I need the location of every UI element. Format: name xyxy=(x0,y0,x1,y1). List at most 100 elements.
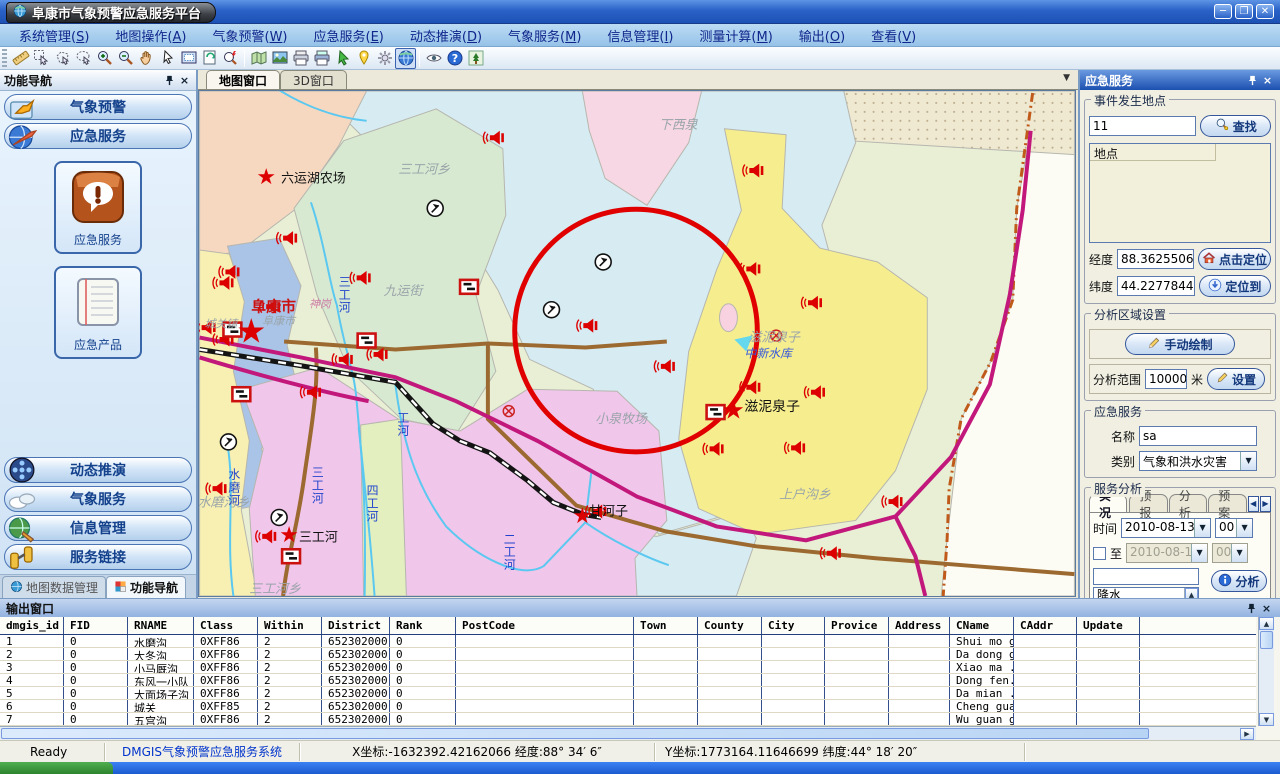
select-poly-icon[interactable] xyxy=(52,48,73,69)
location-list[interactable]: 地点 xyxy=(1089,143,1271,243)
globe-active-icon[interactable] xyxy=(395,48,416,69)
star-marker-icon[interactable]: ★ xyxy=(256,165,276,190)
star-marker-icon[interactable]: ★ xyxy=(722,395,745,425)
column-header[interactable]: Class xyxy=(194,617,258,634)
sidebar-item-bottom-3[interactable]: 服务链接 xyxy=(4,544,192,570)
chevron-down-icon[interactable]: ▼ xyxy=(1194,519,1210,537)
hour-select[interactable]: 00▼ xyxy=(1215,518,1253,538)
table-row[interactable]: 10水磨沟0XFF8626523020000Shui mo gou xyxy=(0,635,1256,648)
flag-marker-icon[interactable] xyxy=(460,280,478,294)
sidebar-item-bottom-1[interactable]: 气象服务 xyxy=(4,486,192,512)
close-icon[interactable]: × xyxy=(1260,73,1275,88)
event-keyword-input[interactable]: 11 xyxy=(1089,116,1196,136)
nav-tab-1[interactable]: 功能导航 xyxy=(106,576,186,598)
hour-to-select[interactable]: 00▼ xyxy=(1212,543,1248,563)
column-header[interactable]: Address xyxy=(889,617,950,634)
to-checkbox[interactable] xyxy=(1093,547,1106,560)
column-header[interactable]: FID xyxy=(64,617,128,634)
measure-icon[interactable] xyxy=(10,48,31,69)
longitude-input[interactable]: 88.36255063 xyxy=(1117,249,1194,269)
monitor-station-icon[interactable] xyxy=(595,254,611,270)
eye-icon[interactable] xyxy=(423,48,444,69)
column-header[interactable]: Town xyxy=(634,617,698,634)
pin-icon[interactable] xyxy=(162,73,177,88)
emergency-product-button[interactable]: 应急产品 xyxy=(54,266,142,359)
column-header[interactable]: RNAME xyxy=(128,617,194,634)
scroll-right-icon[interactable]: ▶ xyxy=(1240,728,1254,740)
start-button-fragment[interactable] xyxy=(0,762,113,774)
table-row[interactable]: 40东风一小队0XFF8626523020000Dong fen... xyxy=(0,674,1256,687)
analysis-item-preview[interactable] xyxy=(1093,568,1199,585)
menu-item-D[interactable]: 动态推演(D) xyxy=(397,24,495,47)
refresh-icon[interactable] xyxy=(199,48,220,69)
table-row[interactable]: 30小马厩沟0XFF8626523020000Xiao ma ... xyxy=(0,661,1256,674)
zoom-in-icon[interactable] xyxy=(94,48,115,69)
tab-scroll-right-icon[interactable]: ▶ xyxy=(1260,496,1271,512)
pin-icon[interactable] xyxy=(1244,601,1259,616)
tab-scroll-left-icon[interactable]: ◀ xyxy=(1248,496,1259,512)
map-tab-dropdown-icon[interactable]: ▼ xyxy=(1063,73,1070,83)
scroll-up-icon[interactable]: ▲ xyxy=(1185,588,1198,598)
menu-item-V[interactable]: 查看(V) xyxy=(858,24,929,47)
list-item[interactable]: 降水 xyxy=(1094,588,1198,598)
layers-icon[interactable] xyxy=(248,48,269,69)
date-to-select[interactable]: 2010-08-13▼ xyxy=(1126,543,1208,563)
close-button[interactable]: ✕ xyxy=(1256,4,1274,19)
chevron-down-icon[interactable]: ▼ xyxy=(1236,519,1252,537)
manual-draw-button[interactable]: 手动绘制 xyxy=(1125,333,1235,355)
pick-green-icon[interactable] xyxy=(332,48,353,69)
click-locate-button[interactable]: 点击定位 xyxy=(1198,248,1271,270)
menu-item-M[interactable]: 测量计算(M) xyxy=(686,24,785,47)
column-header[interactable]: County xyxy=(698,617,762,634)
table-row[interactable]: 60城关0XFF8526523020000Cheng guan xyxy=(0,700,1256,713)
print-preview-icon[interactable] xyxy=(311,48,332,69)
help-icon[interactable]: ? xyxy=(444,48,465,69)
set-range-button[interactable]: 设置 xyxy=(1207,368,1265,390)
table-row[interactable]: 70五宫沟0XFF8626523020000Wu guan gou xyxy=(0,713,1256,726)
column-header[interactable]: CName xyxy=(950,617,1014,634)
nav-tab-0[interactable]: 地图数据管理 xyxy=(2,576,106,598)
select-lasso-icon[interactable] xyxy=(73,48,94,69)
close-icon[interactable]: × xyxy=(177,73,192,88)
column-header[interactable]: PostCode xyxy=(456,617,634,634)
scene-icon[interactable] xyxy=(465,48,486,69)
scroll-up-icon[interactable]: ▲ xyxy=(1259,617,1274,630)
analysis-tab-3[interactable]: 预案 xyxy=(1208,494,1246,512)
flag-marker-icon[interactable] xyxy=(282,549,300,563)
print-icon[interactable] xyxy=(290,48,311,69)
flag-marker-icon[interactable] xyxy=(358,334,376,348)
poi-pin-icon[interactable] xyxy=(353,48,374,69)
pan-icon[interactable] xyxy=(136,48,157,69)
select-rect-icon[interactable] xyxy=(31,48,52,69)
settings-icon[interactable] xyxy=(374,48,395,69)
map-tab-0[interactable]: 地图窗口 xyxy=(206,70,280,89)
table-horizontal-scrollbar[interactable]: ▶ xyxy=(0,726,1256,741)
service-type-select[interactable]: 气象和洪水灾害 ▼ xyxy=(1139,451,1257,471)
column-header[interactable]: Update xyxy=(1077,617,1140,634)
search-button[interactable]: 查找 xyxy=(1200,115,1271,137)
column-header[interactable]: District xyxy=(322,617,390,634)
column-header[interactable]: Within xyxy=(258,617,322,634)
minimize-button[interactable]: ─ xyxy=(1214,4,1232,19)
menu-item-S[interactable]: 系统管理(S) xyxy=(6,24,102,47)
list-scrollbar[interactable]: ▲ xyxy=(1184,588,1198,598)
column-header[interactable]: Rank xyxy=(390,617,456,634)
analysis-item-list[interactable]: 降水空气温度 ▲ xyxy=(1093,587,1199,598)
location-list-header[interactable]: 地点 xyxy=(1090,144,1216,161)
chevron-down-icon[interactable]: ▼ xyxy=(1240,452,1256,470)
menu-item-W[interactable]: 气象预警(W) xyxy=(199,24,300,47)
sidebar-item-top-1[interactable]: 应急服务 xyxy=(4,123,192,149)
zoom-out-icon[interactable] xyxy=(115,48,136,69)
monitor-station-icon[interactable] xyxy=(427,200,443,216)
zoom-scale-icon[interactable] xyxy=(220,48,241,69)
table-row[interactable]: 50大面场子沟0XFF8626523020000Da mian ... xyxy=(0,687,1256,700)
analyze-button[interactable]: 分析 xyxy=(1211,570,1267,592)
star-marker-icon[interactable]: ★ xyxy=(279,523,299,548)
toolbar-grip[interactable] xyxy=(2,49,7,67)
flag-marker-icon[interactable] xyxy=(232,387,250,401)
scroll-down-icon[interactable]: ▼ xyxy=(1259,713,1274,726)
sidebar-item-bottom-0[interactable]: 动态推演 xyxy=(4,457,192,483)
column-header[interactable]: dmgis_id xyxy=(0,617,64,634)
pin-icon[interactable] xyxy=(1245,73,1260,88)
menu-item-O[interactable]: 输出(O) xyxy=(786,24,858,47)
